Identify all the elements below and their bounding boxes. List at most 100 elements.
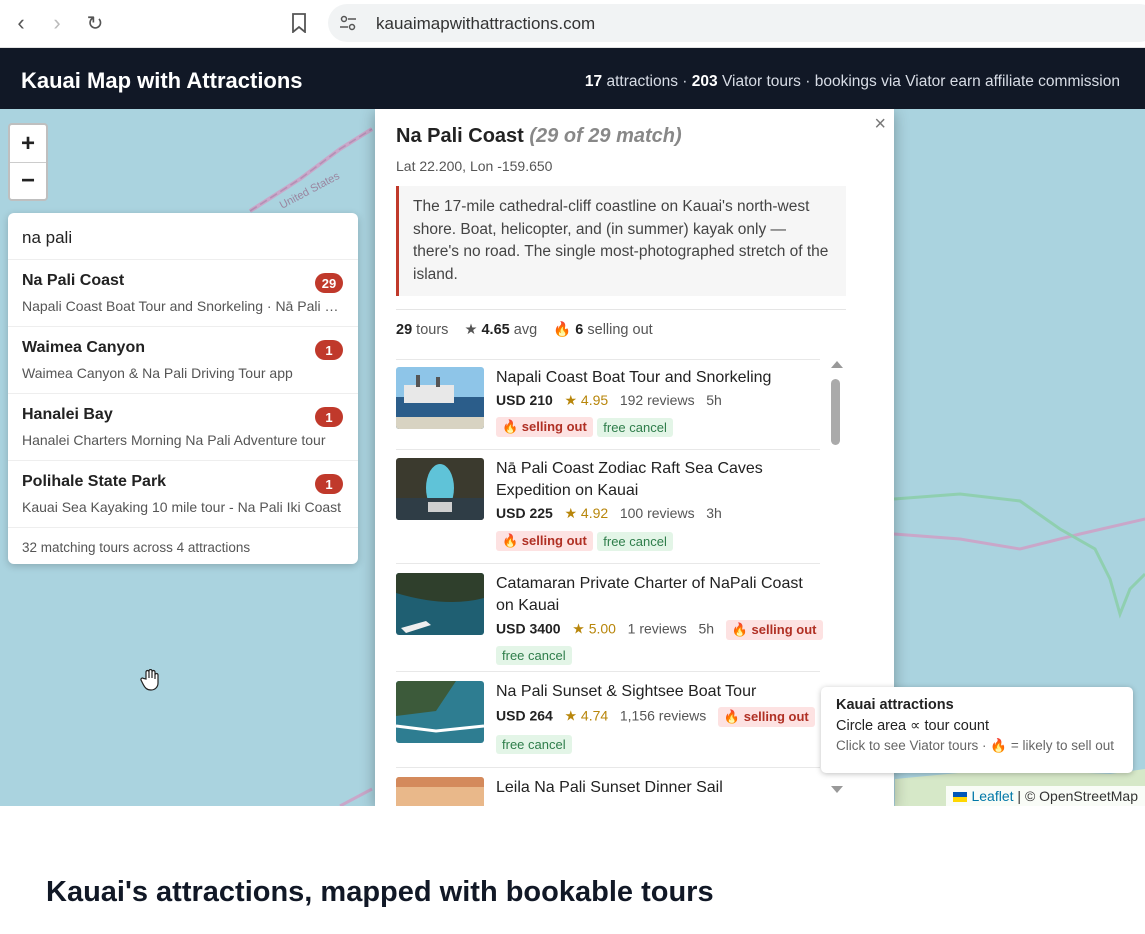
- tours-label: tours: [416, 322, 449, 338]
- leaflet-link[interactable]: Leaflet: [971, 788, 1013, 804]
- result-count-badge: 1: [315, 340, 343, 360]
- tour-rating: ★ 4.74: [564, 707, 609, 724]
- selling-out-badge: 🔥 selling out: [717, 707, 815, 727]
- tour-duration: 5h: [698, 620, 715, 637]
- site-header: Kauai Map with Attractions 17 attraction…: [0, 48, 1145, 109]
- affiliate-note: bookings via Viator earn affiliate commi…: [814, 73, 1120, 90]
- tour-item[interactable]: Napali Coast Boat Tour and Snorkeling US…: [396, 359, 820, 448]
- search-result[interactable]: Hanalei Bay 1 Hanalei Charters Morning N…: [8, 393, 358, 460]
- legend-click-note: Click to see Viator tours · 🔥 = likely t…: [836, 738, 1115, 753]
- tour-reviews: 1,156 reviews: [619, 707, 707, 724]
- legend-circle-note: Circle area ∝ tour count: [836, 718, 990, 734]
- zoom-out-button[interactable]: −: [10, 162, 46, 199]
- tour-rating: ★ 5.00: [572, 620, 616, 637]
- site-title: Kauai Map with Attractions: [21, 68, 303, 93]
- free-cancel-badge: free cancel: [496, 646, 572, 665]
- selling-out-badge: 🔥 selling out: [725, 620, 823, 640]
- close-icon[interactable]: ×: [874, 113, 886, 136]
- country-label: United States: [278, 170, 342, 212]
- attractions-label: attractions: [606, 73, 678, 90]
- selling-count: 6: [575, 322, 584, 338]
- result-count-badge: 1: [315, 474, 343, 494]
- free-cancel-badge: free cancel: [597, 531, 673, 551]
- url-text[interactable]: kauaimapwithattractions.com: [376, 14, 595, 34]
- tour-thumbnail[interactable]: [396, 573, 484, 635]
- tour-title[interactable]: Catamaran Private Charter of NaPali Coas…: [496, 573, 816, 616]
- scroll-up-icon[interactable]: [831, 361, 843, 368]
- map-attribution: Leaflet | © OpenStreetMap: [946, 786, 1145, 806]
- tour-price: USD 3400: [496, 620, 561, 637]
- free-cancel-badge: free cancel: [597, 417, 673, 437]
- tour-meta: USD 225 ★ 4.92 100 reviews 3h: [496, 505, 722, 522]
- free-cancel-badge: free cancel: [496, 735, 572, 754]
- tour-duration: 5h: [706, 392, 722, 408]
- bookmark-icon[interactable]: [284, 8, 314, 38]
- result-name: Na Pali Coast: [22, 272, 125, 289]
- tour-badges: 🔥 selling out free cancel: [496, 417, 673, 437]
- search-panel: Na Pali Coast 29 Napali Coast Boat Tour …: [8, 213, 358, 564]
- tour-title[interactable]: Na Pali Sunset & Sightsee Boat Tour: [496, 681, 816, 703]
- tour-meta: USD 3400 ★ 5.00 1 reviews 5h 🔥 selling o…: [496, 620, 823, 640]
- browser-toolbar: ‹ › ↻ kauaimapwithattractions.com: [0, 0, 1145, 48]
- search-summary: 32 matching tours across 4 attractions: [8, 527, 358, 564]
- selling-out-badge: 🔥 selling out: [496, 531, 593, 551]
- scroll-down-icon[interactable]: [831, 786, 843, 793]
- search-result[interactable]: Na Pali Coast 29 Napali Coast Boat Tour …: [8, 259, 358, 326]
- avg-rating: 4.65: [481, 322, 510, 338]
- tour-rating: ★ 4.95: [564, 392, 609, 408]
- section-heading: Kauai's attractions, mapped with bookabl…: [46, 876, 714, 908]
- tour-price: USD 225: [496, 505, 553, 521]
- result-name: Hanalei Bay: [22, 406, 113, 423]
- selling-out-badge: 🔥 selling out: [496, 417, 593, 437]
- forward-icon[interactable]: ›: [42, 8, 72, 38]
- coordinates: Lat 22.200, Lon -159.650: [396, 158, 553, 174]
- ukraine-flag-icon: [953, 792, 968, 803]
- zoom-control: + −: [8, 123, 48, 201]
- hand-cursor-icon: [140, 668, 160, 696]
- osm-credit[interactable]: | © OpenStreetMap: [1017, 788, 1138, 804]
- tour-title[interactable]: Nā Pali Coast Zodiac Raft Sea Caves Expe…: [496, 458, 816, 501]
- search-input[interactable]: [22, 228, 342, 248]
- tour-reviews: 100 reviews: [619, 505, 695, 521]
- tour-item[interactable]: Nā Pali Coast Zodiac Raft Sea Caves Expe…: [396, 449, 820, 562]
- tour-title[interactable]: Leila Na Pali Sunset Dinner Sail: [496, 777, 816, 799]
- tour-item[interactable]: Leila Na Pali Sunset Dinner Sail: [396, 767, 820, 806]
- popup-title: Na Pali Coast (29 of 29 match): [396, 125, 682, 148]
- tour-item[interactable]: Catamaran Private Charter of NaPali Coas…: [396, 563, 823, 670]
- fire-icon: 🔥: [553, 322, 572, 338]
- tour-reviews: 192 reviews: [619, 392, 695, 408]
- tour-title[interactable]: Napali Coast Boat Tour and Snorkeling: [496, 367, 816, 389]
- back-icon[interactable]: ‹: [6, 8, 36, 38]
- tour-thumbnail[interactable]: [396, 458, 484, 520]
- tour-meta: USD 264 ★ 4.74 1,156 reviews 🔥 selling o…: [496, 707, 815, 727]
- tour-item[interactable]: Na Pali Sunset & Sightsee Boat Tour USD …: [396, 671, 820, 766]
- site-settings-icon[interactable]: [338, 13, 358, 33]
- scroll-thumb[interactable]: [831, 379, 840, 445]
- result-subtitle: Kauai Sea Kayaking 10 mile tour - Na Pal…: [22, 499, 342, 515]
- reload-icon[interactable]: ↻: [80, 8, 110, 38]
- attraction-popup: × Na Pali Coast (29 of 29 match) Lat 22.…: [375, 109, 894, 806]
- search-result[interactable]: Waimea Canyon 1 Waimea Canyon & Na Pali …: [8, 326, 358, 393]
- tour-badges: 🔥 selling out free cancel: [496, 531, 673, 551]
- tour-reviews: 1 reviews: [627, 620, 687, 637]
- attractions-count: 17: [584, 73, 603, 90]
- selling-label: selling out: [587, 322, 653, 338]
- tour-thumbnail[interactable]: [396, 367, 484, 429]
- result-subtitle: Napali Coast Boat Tour and Snorkeling · …: [22, 298, 344, 314]
- tour-thumbnail[interactable]: [396, 777, 484, 806]
- tour-list[interactable]: Napali Coast Boat Tour and Snorkeling US…: [396, 359, 826, 806]
- map[interactable]: United States + − Na Pali Coast 29 Napal…: [0, 109, 1145, 806]
- tour-thumbnail[interactable]: [396, 681, 484, 743]
- search-result[interactable]: Polihale State Park 1 Kauai Sea Kayaking…: [8, 460, 358, 527]
- tour-duration: 3h: [706, 505, 722, 521]
- legend-title: Kauai attractions: [836, 697, 954, 713]
- site-stats: 17 attractions · 203 Viator tours · book…: [584, 73, 1120, 90]
- tour-badges: free cancel: [496, 735, 572, 754]
- address-bar[interactable]: kauaimapwithattractions.com: [328, 4, 1145, 42]
- tour-meta: USD 210 ★ 4.95 192 reviews 5h: [496, 392, 722, 409]
- attraction-description: The 17-mile cathedral-cliff coastline on…: [396, 186, 846, 296]
- zoom-in-button[interactable]: +: [10, 125, 46, 162]
- map-legend: Kauai attractions Circle area ∝ tour cou…: [821, 687, 1133, 773]
- tours-count: 29: [396, 322, 413, 338]
- result-name: Waimea Canyon: [22, 339, 145, 356]
